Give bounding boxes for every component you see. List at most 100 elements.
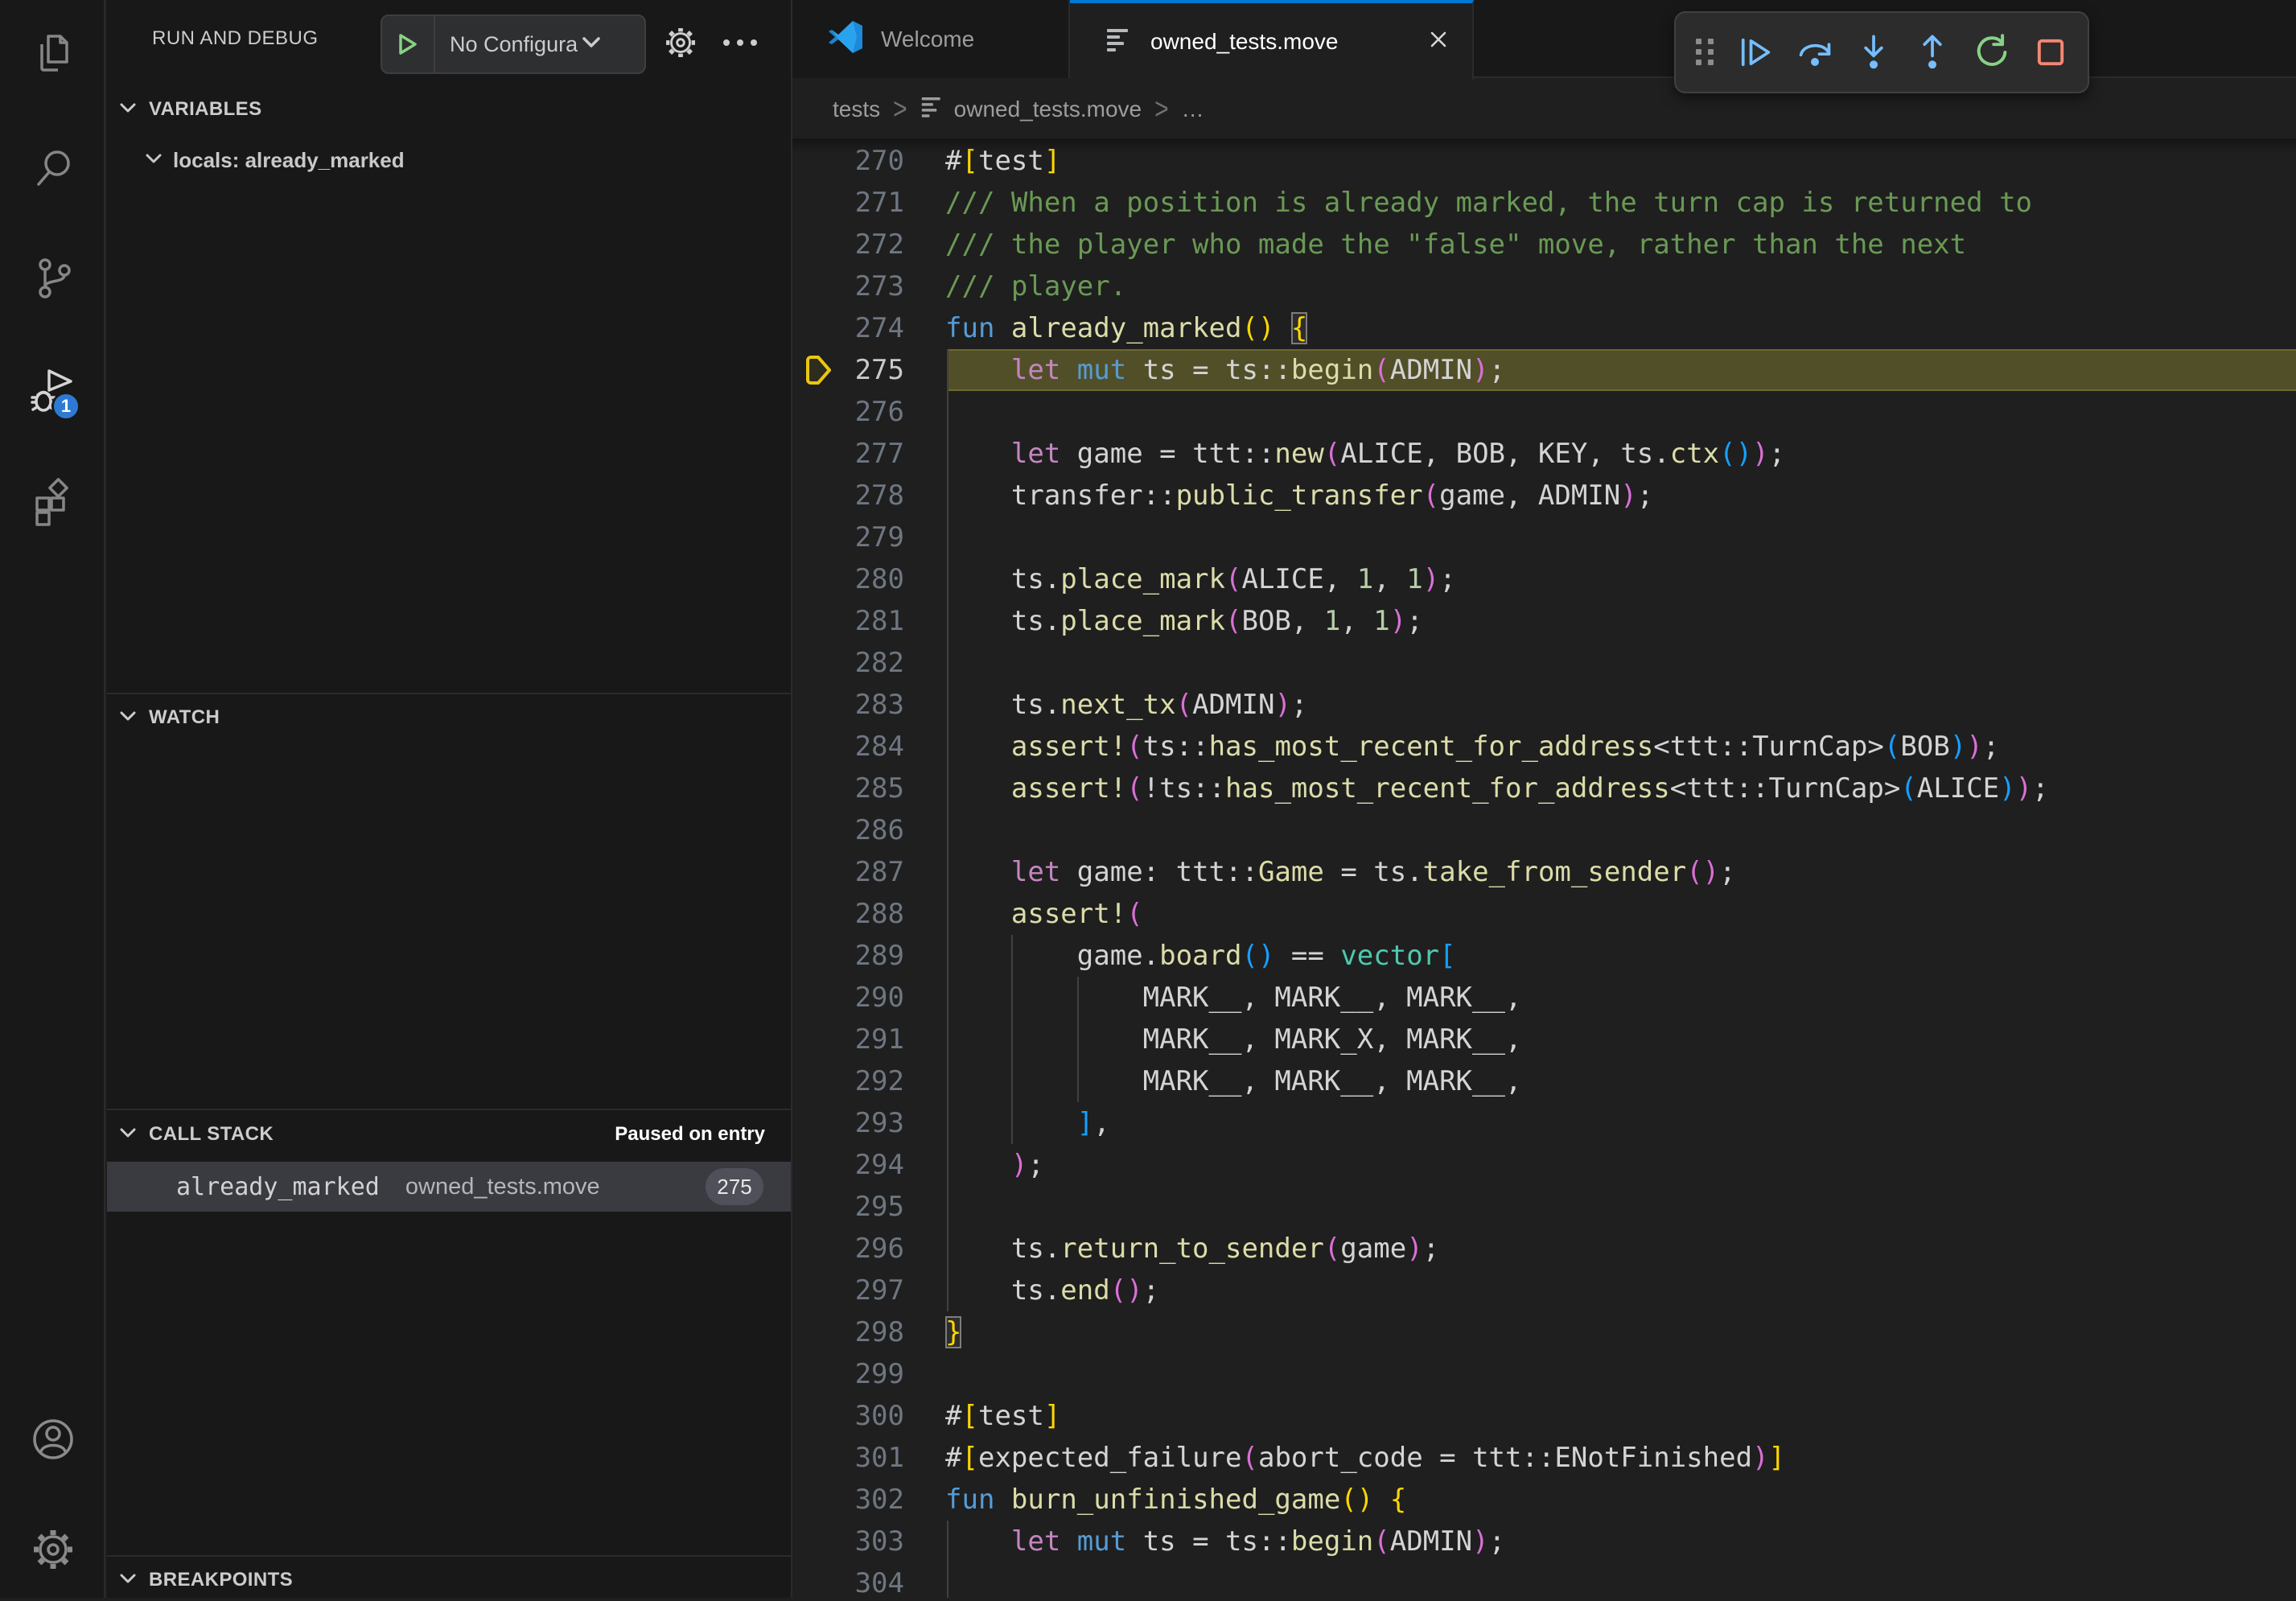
line-number[interactable]: 285	[792, 768, 904, 809]
debug-configuration-select[interactable]: No Configura	[450, 32, 578, 57]
code-line-296[interactable]: 296 ts.return_to_sender(game);	[792, 1228, 2296, 1270]
start-debugging-split-button[interactable]: No Configura	[381, 14, 646, 74]
code-line-292[interactable]: 292 MARK__, MARK__, MARK__,	[792, 1060, 2296, 1102]
code-line-302[interactable]: 302fun burn_unfinished_game() {	[792, 1479, 2296, 1521]
code-line-291[interactable]: 291 MARK__, MARK_X, MARK__,	[792, 1019, 2296, 1060]
line-number[interactable]: 301	[792, 1437, 904, 1479]
line-number[interactable]: 281	[792, 600, 904, 642]
code-line-287[interactable]: 287 let game: ttt::Game = ts.take_from_s…	[792, 851, 2296, 893]
line-number[interactable]: 274	[792, 307, 904, 349]
code-line-297[interactable]: 297 ts.end();	[792, 1270, 2296, 1311]
line-number[interactable]: 273	[792, 265, 904, 307]
code-line-286[interactable]: 286	[792, 809, 2296, 851]
line-number[interactable]: 288	[792, 893, 904, 935]
code-line-278[interactable]: 278 transfer::public_transfer(game, ADMI…	[792, 475, 2296, 517]
line-number[interactable]: 287	[792, 851, 904, 893]
line-number[interactable]: 280	[792, 558, 904, 600]
code-line-284[interactable]: 284 assert!(ts::has_most_recent_for_addr…	[792, 726, 2296, 768]
gear-icon[interactable]	[660, 23, 701, 63]
code-line-290[interactable]: 290 MARK__, MARK__, MARK__,	[792, 977, 2296, 1019]
code-line-279[interactable]: 279	[792, 517, 2296, 558]
line-number[interactable]: 286	[792, 809, 904, 851]
breakpoints-section-header[interactable]: BREAKPOINTS	[107, 1559, 791, 1601]
tab-owned-tests-move[interactable]: owned_tests.move	[1070, 0, 1474, 80]
line-number[interactable]: 271	[792, 182, 904, 224]
explorer-icon[interactable]	[27, 28, 79, 80]
line-number[interactable]: 292	[792, 1060, 904, 1102]
line-number[interactable]: 284	[792, 726, 904, 768]
line-number[interactable]: 299	[792, 1353, 904, 1395]
code-line-293[interactable]: 293 ],	[792, 1102, 2296, 1144]
code-line-298[interactable]: 298}	[792, 1311, 2296, 1353]
close-icon[interactable]	[1427, 28, 1450, 55]
code-line-274[interactable]: 274fun already_marked() {	[792, 307, 2296, 349]
source-control-icon[interactable]	[27, 253, 79, 304]
variables-scope-locals[interactable]: locals: already_marked	[107, 138, 791, 182]
code-line-276[interactable]: 276	[792, 391, 2296, 433]
code-line-283[interactable]: 283 ts.next_tx(ADMIN);	[792, 684, 2296, 726]
code-line-288[interactable]: 288 assert!(	[792, 893, 2296, 935]
code-line-285[interactable]: 285 assert!(!ts::has_most_recent_for_add…	[792, 768, 2296, 809]
call-stack-frame-row[interactable]: already_marked owned_tests.move 275	[107, 1162, 791, 1212]
code-lines[interactable]: 270#[test]271/// When a position is alre…	[792, 140, 2296, 1598]
step-out-button[interactable]	[1908, 23, 1957, 81]
ellipsis-icon[interactable]	[720, 23, 760, 63]
chevron-down-icon[interactable]	[579, 35, 603, 55]
variables-section-header[interactable]: VARIABLES	[107, 88, 791, 130]
code-line-303[interactable]: 303 let mut ts = ts::begin(ADMIN);	[792, 1521, 2296, 1562]
code-line-289[interactable]: 289 game.board() == vector[	[792, 935, 2296, 977]
line-number[interactable]: 277	[792, 433, 904, 475]
code-line-301[interactable]: 301#[expected_failure(abort_code = ttt::…	[792, 1437, 2296, 1479]
line-number[interactable]: 297	[792, 1270, 904, 1311]
continue-button[interactable]	[1731, 23, 1780, 81]
code-line-304[interactable]: 304	[792, 1562, 2296, 1598]
breadcrumb-file[interactable]: owned_tests.move	[954, 97, 1142, 122]
code-line-280[interactable]: 280 ts.place_mark(ALICE, 1, 1);	[792, 558, 2296, 600]
breadcrumb-symbol-ellipsis[interactable]: …	[1182, 97, 1204, 122]
extensions-icon[interactable]	[27, 476, 79, 528]
line-number[interactable]: 272	[792, 224, 904, 265]
watch-section-header[interactable]: WATCH	[107, 697, 791, 739]
restart-button[interactable]	[1968, 23, 2016, 81]
line-number[interactable]: 296	[792, 1228, 904, 1270]
run-play-icon[interactable]	[382, 16, 435, 72]
step-into-button[interactable]	[1850, 23, 1898, 81]
tab-welcome[interactable]: Welcome	[792, 0, 1070, 78]
line-number[interactable]: 290	[792, 977, 904, 1019]
line-number[interactable]: 295	[792, 1186, 904, 1228]
line-number[interactable]: 294	[792, 1144, 904, 1186]
code-line-295[interactable]: 295	[792, 1186, 2296, 1228]
code-line-271[interactable]: 271/// When a position is already marked…	[792, 182, 2296, 224]
line-number[interactable]: 289	[792, 935, 904, 977]
stop-button[interactable]	[2026, 23, 2075, 81]
breadcrumb-folder[interactable]: tests	[833, 97, 880, 122]
line-number[interactable]: 283	[792, 684, 904, 726]
line-number[interactable]: 300	[792, 1395, 904, 1437]
search-icon[interactable]	[27, 142, 79, 194]
line-number[interactable]: 304	[792, 1562, 904, 1598]
code-line-299[interactable]: 299	[792, 1353, 2296, 1395]
account-icon[interactable]	[27, 1414, 79, 1465]
line-number[interactable]: 278	[792, 475, 904, 517]
code-line-277[interactable]: 277 let game = ttt::new(ALICE, BOB, KEY,…	[792, 433, 2296, 475]
line-number[interactable]: 270	[792, 140, 904, 182]
settings-gear-icon[interactable]	[27, 1524, 79, 1575]
code-line-275[interactable]: 275 let mut ts = ts::begin(ADMIN);	[792, 349, 2296, 391]
line-number[interactable]: 282	[792, 642, 904, 684]
line-number[interactable]: 302	[792, 1479, 904, 1521]
code-editor[interactable]: 270#[test]271/// When a position is alre…	[792, 138, 2296, 1598]
code-line-294[interactable]: 294 );	[792, 1144, 2296, 1186]
line-number[interactable]: 279	[792, 517, 904, 558]
line-number[interactable]: 291	[792, 1019, 904, 1060]
line-number[interactable]: 298	[792, 1311, 904, 1353]
code-line-281[interactable]: 281 ts.place_mark(BOB, 1, 1);	[792, 600, 2296, 642]
code-line-272[interactable]: 272/// the player who made the "false" m…	[792, 224, 2296, 265]
drag-handle-icon[interactable]	[1689, 23, 1721, 81]
code-line-282[interactable]: 282	[792, 642, 2296, 684]
line-number[interactable]: 303	[792, 1521, 904, 1562]
step-over-button[interactable]	[1791, 23, 1839, 81]
line-number[interactable]: 293	[792, 1102, 904, 1144]
code-line-270[interactable]: 270#[test]	[792, 140, 2296, 182]
code-line-300[interactable]: 300#[test]	[792, 1395, 2296, 1437]
code-line-273[interactable]: 273/// player.	[792, 265, 2296, 307]
